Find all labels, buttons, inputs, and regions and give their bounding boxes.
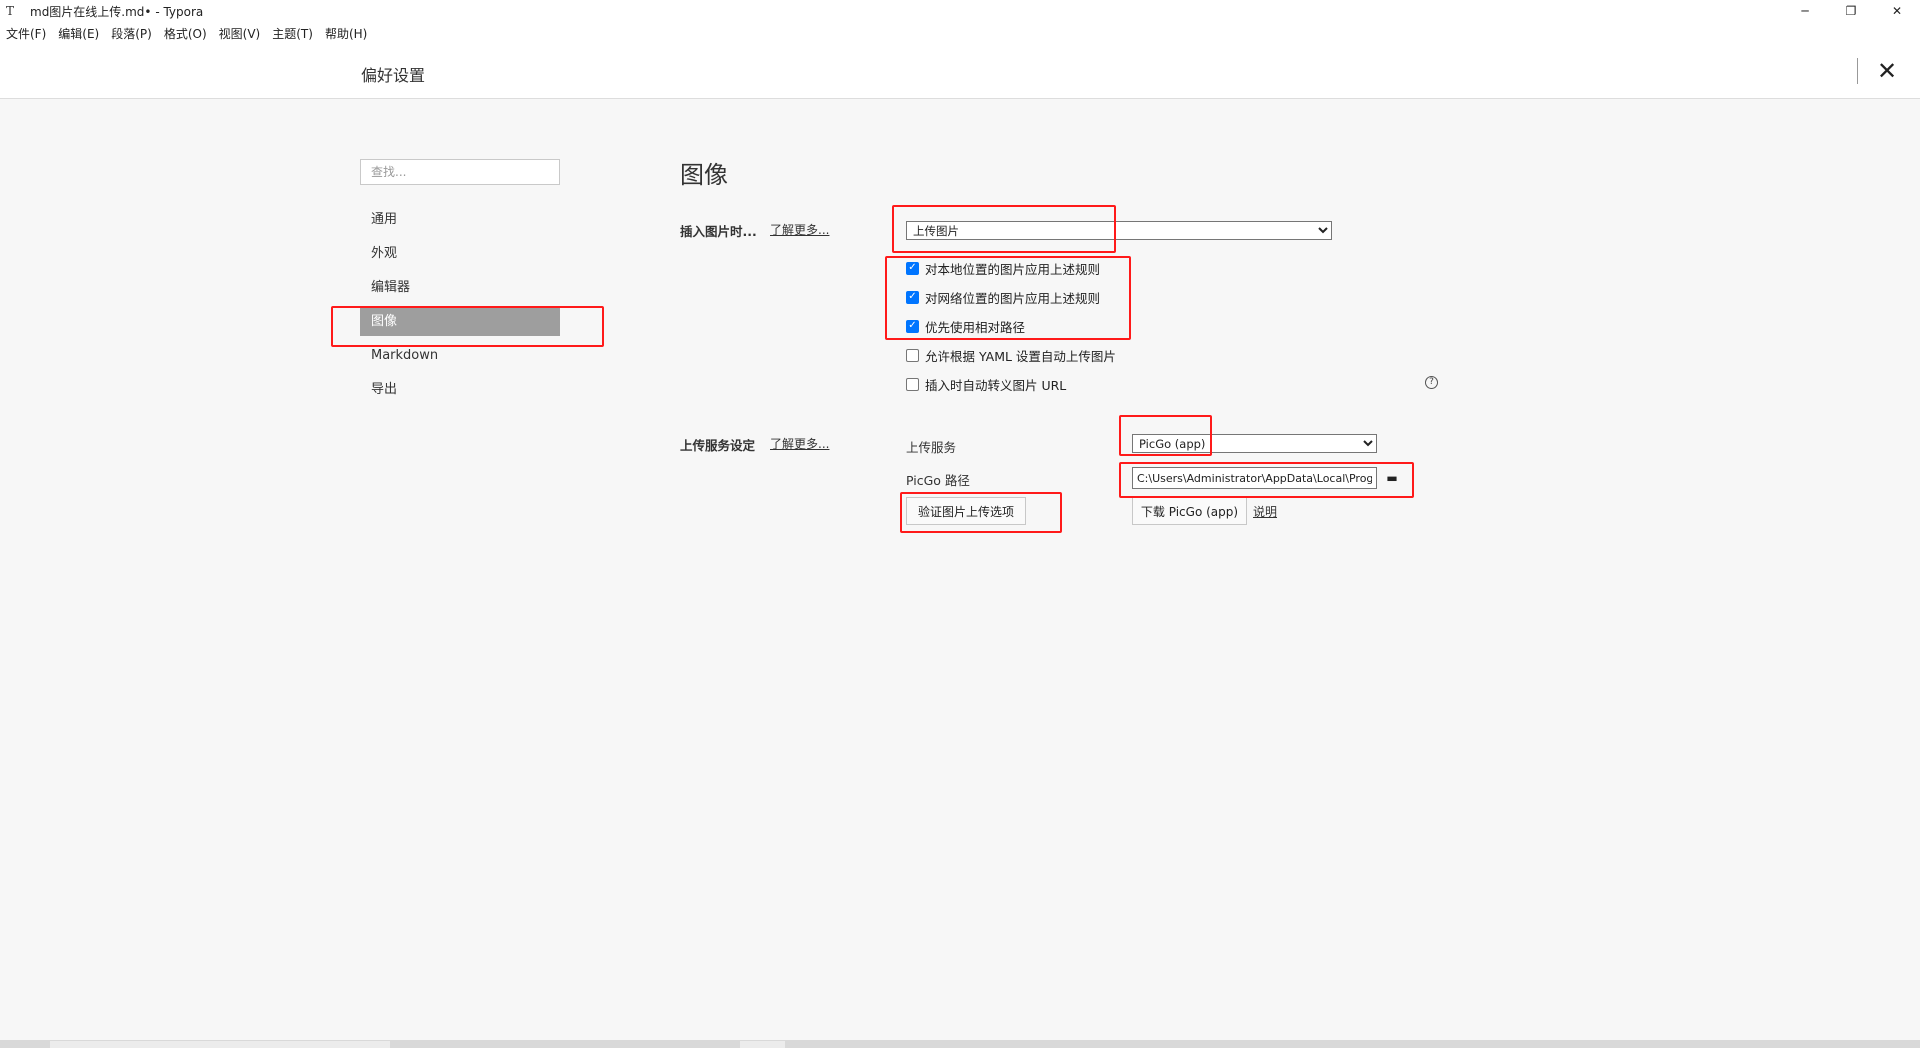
nav-item-image[interactable]: 图像 <box>360 308 560 336</box>
help-icon[interactable]: ? <box>1425 376 1438 389</box>
nav-item-editor[interactable]: 编辑器 <box>360 274 560 302</box>
insert-image-action-select[interactable]: 上传图片 <box>906 221 1332 240</box>
menu-edit[interactable]: 编辑(E) <box>58 25 99 42</box>
image-section-title: 图像 <box>680 161 728 189</box>
checkbox[interactable] <box>906 348 919 362</box>
checkbox[interactable] <box>906 290 919 304</box>
checkbox[interactable] <box>906 377 919 391</box>
option-label: 优先使用相对路径 <box>925 319 1026 335</box>
bottom-segment <box>740 1041 785 1048</box>
restore-button[interactable]: ❐ <box>1828 0 1874 22</box>
verify-upload-button[interactable]: 验证图片上传选项 <box>906 497 1026 525</box>
option-escape-url[interactable]: 插入时自动转义图片 URL <box>906 374 1066 394</box>
insert-learn-more-link[interactable]: 了解更多... <box>770 221 829 238</box>
preferences-title: 偏好设置 <box>361 66 426 85</box>
menu-help[interactable]: 帮助(H) <box>325 25 367 42</box>
explain-link[interactable]: 说明 <box>1253 503 1277 520</box>
option-relative-path[interactable]: 优先使用相对路径 <box>906 316 1025 336</box>
upload-service-select[interactable]: PicGo (app) <box>1132 434 1377 453</box>
nav-item-markdown[interactable]: Markdown <box>360 342 560 370</box>
menu-file[interactable]: 文件(F) <box>6 25 46 42</box>
option-local-images[interactable]: 对本地位置的图片应用上述规则 <box>906 258 1100 278</box>
option-label: 插入时自动转义图片 URL <box>925 377 1067 393</box>
nav-item-general[interactable]: 通用 <box>360 206 560 234</box>
menu-bar: 文件(F) 编辑(E) 段落(P) 格式(O) 视图(V) 主题(T) 帮助(H… <box>0 22 1920 44</box>
window-controls: ─ ❐ ✕ <box>1782 0 1920 22</box>
checkbox[interactable] <box>906 319 919 333</box>
menu-paragraph[interactable]: 段落(P) <box>111 25 152 42</box>
preferences-search-input[interactable] <box>360 159 560 185</box>
minimize-button[interactable]: ─ <box>1782 0 1828 22</box>
title-bar: T md图片在线上传.md• - Typora ─ ❐ ✕ <box>0 0 1920 22</box>
option-label: 对网络位置的图片应用上述规则 <box>925 290 1101 306</box>
window-title: md图片在线上传.md• - Typora <box>30 4 204 19</box>
checkbox[interactable] <box>906 261 919 275</box>
option-label: 允许根据 YAML 设置自动上传图片 <box>925 348 1116 364</box>
insert-image-label: 插入图片时... <box>680 224 757 239</box>
download-picgo-button[interactable]: 下载 PicGo (app) <box>1132 497 1247 525</box>
menu-theme[interactable]: 主题(T) <box>272 25 313 42</box>
upload-learn-more-link[interactable]: 了解更多... <box>770 435 829 452</box>
nav-item-export[interactable]: 导出 <box>360 376 560 404</box>
bottom-segment <box>50 1041 390 1048</box>
menu-view[interactable]: 视图(V) <box>219 25 261 42</box>
preferences-header: 偏好设置 ✕ <box>0 44 1920 99</box>
option-network-images[interactable]: 对网络位置的图片应用上述规则 <box>906 287 1100 307</box>
option-label: 对本地位置的图片应用上述规则 <box>925 261 1101 277</box>
typora-app-icon: T <box>6 4 15 18</box>
option-yaml-upload[interactable]: 允许根据 YAML 设置自动上传图片 <box>906 345 1116 365</box>
picgo-path-label: PicGo 路径 <box>906 473 970 488</box>
folder-icon[interactable]: ▬ <box>1383 467 1401 489</box>
picgo-path-input[interactable] <box>1132 467 1377 489</box>
header-divider <box>1857 58 1858 84</box>
close-window-button[interactable]: ✕ <box>1874 0 1920 22</box>
upload-service-label: 上传服务 <box>906 440 957 455</box>
upload-service-settings-label: 上传服务设定 <box>680 438 756 453</box>
menu-format[interactable]: 格式(O) <box>164 25 207 42</box>
close-preferences-icon[interactable]: ✕ <box>1872 56 1902 86</box>
nav-item-appearance[interactable]: 外观 <box>360 240 560 268</box>
